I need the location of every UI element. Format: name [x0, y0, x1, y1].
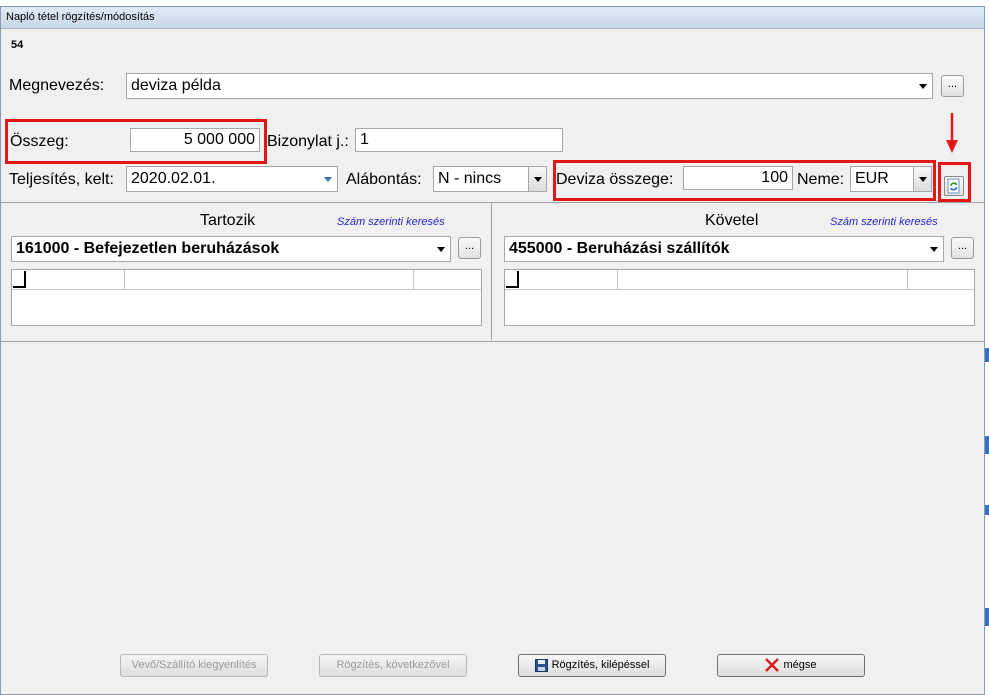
credit-account-value: 455000 - Beruházási szállítók	[509, 240, 730, 257]
row-indicator	[13, 271, 26, 288]
refresh-highlight	[938, 162, 971, 202]
save-next-button[interactable]: Rögzítés, következővel	[319, 654, 467, 677]
credit-search-link[interactable]: Szám szerinti keresés	[830, 216, 938, 228]
date-label: Teljesítés, kelt:	[9, 171, 114, 188]
name-combo[interactable]: deviza példa	[126, 73, 933, 99]
floppy-disk-icon	[534, 658, 548, 672]
background-window-edge	[985, 505, 989, 515]
cancel-label: mégse	[783, 659, 817, 671]
row-indicator	[506, 271, 519, 288]
date-picker[interactable]: 2020.02.01.	[126, 166, 338, 192]
credit-grid[interactable]	[504, 269, 975, 326]
chevron-down-icon[interactable]	[528, 167, 546, 191]
fx-highlight	[553, 160, 936, 201]
record-id: 54	[11, 39, 24, 51]
settle-button[interactable]: Vevő/Szállító kiegyenlítés	[120, 654, 268, 677]
grid-header-row	[12, 270, 481, 290]
cancel-button[interactable]: mégse	[717, 654, 865, 677]
chevron-down-icon[interactable]	[914, 74, 932, 98]
save-exit-button[interactable]: Rögzítés, kilépéssel	[518, 654, 666, 677]
debit-grid[interactable]	[11, 269, 482, 326]
chevron-down-icon[interactable]	[925, 237, 943, 261]
name-label: Megnevezés:	[9, 77, 105, 94]
debit-account-value: 161000 - Befejezetlen beruházások	[16, 240, 280, 257]
background-window-edge	[985, 436, 989, 454]
chevron-down-icon[interactable]	[432, 237, 450, 261]
name-browse-button[interactable]: ...	[941, 75, 964, 97]
grid-column-divider	[124, 270, 125, 290]
credit-header: Követel	[705, 212, 759, 229]
grid-header-row	[505, 270, 974, 290]
grid-column-divider	[907, 270, 908, 290]
divider	[491, 203, 492, 340]
grid-column-divider	[413, 270, 414, 290]
background-window-edge	[985, 348, 989, 362]
date-value: 2020.02.01.	[131, 170, 216, 187]
breakdown-value: N - nincs	[438, 170, 502, 187]
grid-column-divider	[617, 270, 618, 290]
close-icon	[765, 658, 780, 672]
title-bar: Napló tétel rögzítés/módosítás	[1, 7, 984, 29]
name-value: deviza példa	[131, 77, 221, 94]
arrow-down-icon	[946, 113, 958, 153]
credit-account-select[interactable]: 455000 - Beruházási szállítók	[504, 236, 944, 262]
debit-search-link[interactable]: Szám szerinti keresés	[337, 216, 445, 228]
calendar-dropdown-icon[interactable]	[319, 167, 337, 191]
doc-number-input[interactable]: 1	[355, 128, 563, 152]
debit-account-select[interactable]: 161000 - Befejezetlen beruházások	[11, 236, 451, 262]
debit-header: Tartozik	[200, 212, 256, 229]
breakdown-label: Alábontás:	[346, 171, 422, 188]
divider	[1, 202, 984, 203]
credit-browse-button[interactable]: ...	[951, 237, 974, 259]
save-exit-label: Rögzítés, kilépéssel	[551, 659, 650, 671]
window-title: Napló tétel rögzítés/módosítás	[6, 11, 155, 23]
breakdown-select[interactable]: N - nincs	[433, 166, 547, 192]
dialog-window: Napló tétel rögzítés/módosítás 54 Megnev…	[0, 6, 985, 695]
debit-browse-button[interactable]: ...	[458, 237, 481, 259]
divider	[1, 341, 984, 342]
background-window-edge	[985, 608, 989, 626]
doc-number-label: Bizonylat j.:	[267, 133, 349, 150]
amount-highlight	[5, 119, 267, 164]
